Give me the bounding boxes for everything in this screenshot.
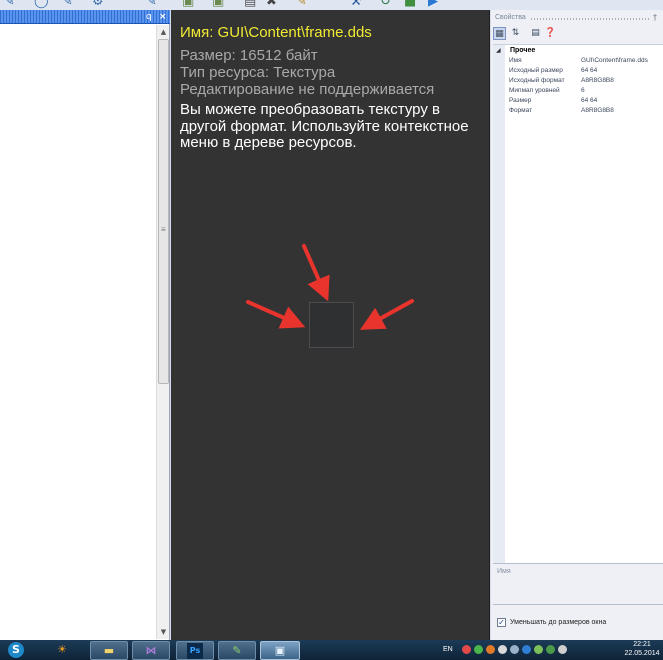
tray-icon[interactable]	[486, 645, 495, 654]
category-row[interactable]: ◢ Прочее	[493, 46, 663, 56]
resource-editor-icon: ▣	[274, 644, 286, 657]
folder-icon: ▬	[103, 644, 115, 657]
clock-date: 22.05.2014	[624, 650, 660, 657]
main-toolbar: ✎ ◯ ✎ ⚙ ✎ ▣ ▣ ▤ ✖ ✎ ⚒ ↻ ■ ▶	[0, 0, 663, 10]
network-icon[interactable]	[510, 645, 519, 654]
resource-type: Тип ресурса: Текстура	[180, 64, 336, 81]
property-row[interactable]: Мипмап уровней 6	[505, 86, 663, 96]
property-row[interactable]: Формат A8R8G8B8	[505, 106, 663, 116]
taskbar-button[interactable]: ⋈	[132, 641, 170, 660]
property-row[interactable]: Исходный размер 64 64	[505, 66, 663, 76]
app-icon[interactable]: ☀	[54, 642, 70, 658]
property-key: Формат	[509, 107, 533, 114]
texture-preview-panel: Имя: GUI\Content\frame.dds Размер: 16512…	[171, 10, 490, 640]
taskbar-button-active[interactable]: ▣	[260, 641, 300, 660]
scroll-down-icon[interactable]: ▼	[157, 625, 170, 639]
fit-to-window-checkbox[interactable]: ✓	[497, 618, 506, 627]
box-icon[interactable]: ■	[404, 0, 416, 8]
flag-icon[interactable]	[558, 645, 567, 654]
tray-icon[interactable]	[534, 645, 543, 654]
taskbar: S ☀ ▬ ⋈ Ps ✎ ▣ EN 22:21 22.05.2014	[0, 640, 663, 660]
property-key: Мипмап уровней	[509, 87, 560, 94]
grip-icon: ≡	[161, 225, 166, 234]
property-value: 64 64	[581, 97, 598, 104]
arrow-top	[302, 244, 330, 302]
edit-status: Редактирование не поддерживается	[180, 81, 435, 98]
tray-icon[interactable]	[546, 645, 555, 654]
taskbar-button[interactable]: Ps	[176, 641, 214, 660]
property-description: Имя	[493, 563, 663, 605]
tools-icon[interactable]: ⚒	[350, 0, 362, 8]
property-grid: ◢ Прочее Имя GUI\Content\frame.dds Исход…	[493, 44, 663, 565]
close-icon[interactable]: ×	[159, 10, 167, 24]
alphabetical-icon[interactable]: ⇅	[509, 27, 522, 40]
photoshop-icon: Ps	[187, 643, 203, 659]
categorized-icon[interactable]: ▦	[493, 27, 506, 40]
properties-panel: Свойства † ▦ ⇅ ▤ ❓ ◢ Прочее Имя GUI\Cont…	[491, 10, 663, 640]
property-row[interactable]: Имя GUI\Content\frame.dds	[505, 56, 663, 66]
taskbar-button[interactable]: ▬	[90, 641, 128, 660]
property-value: A8R8G8B8	[581, 107, 614, 114]
refresh-icon[interactable]: ↻	[380, 0, 391, 8]
conversion-hint: Вы можете преобразовать текстуру в друго…	[180, 101, 469, 151]
editor-icon: ✎	[232, 644, 242, 657]
image-icon[interactable]: ▣	[212, 0, 224, 8]
pin-icon[interactable]: †	[653, 13, 657, 22]
tools-icon[interactable]: ✎	[296, 0, 307, 8]
info-icon[interactable]	[522, 645, 531, 654]
property-key: Имя	[509, 57, 522, 64]
pencil-icon[interactable]: ✎	[62, 0, 73, 8]
circle-icon[interactable]: ◯	[34, 0, 49, 8]
arrow-left	[246, 300, 306, 329]
clock[interactable]: 22:21 22.05.2014	[622, 640, 662, 658]
grid-margin	[493, 45, 505, 565]
visual-studio-icon: ⋈	[145, 644, 157, 657]
pin-icon[interactable]: q	[146, 10, 152, 24]
start-icon[interactable]: S	[8, 642, 24, 658]
pencil-icon[interactable]: ✎	[4, 0, 15, 8]
resource-tree-panel[interactable]: q × ▲ ≡ ▼	[0, 10, 170, 640]
clock-time: 22:21	[633, 641, 651, 648]
description-label: Имя	[497, 568, 511, 575]
collapse-icon[interactable]: ◢	[496, 46, 501, 56]
tray-icon[interactable]	[474, 645, 483, 654]
pencil-icon[interactable]: ✎	[146, 0, 157, 8]
property-row[interactable]: Исходный формат A8R8G8B8	[505, 76, 663, 86]
arrow-right	[360, 299, 414, 330]
title-grip	[531, 18, 649, 20]
close-icon[interactable]: ✖	[266, 0, 277, 8]
language-indicator[interactable]: EN	[443, 640, 453, 660]
texture-preview	[309, 302, 354, 348]
help-icon[interactable]: ❓	[544, 27, 557, 40]
property-pages-icon[interactable]: ▤	[529, 27, 542, 40]
fit-to-window-label[interactable]: Уменьшать до размеров окна	[510, 618, 606, 628]
vertical-scrollbar[interactable]: ▲ ≡ ▼	[156, 25, 169, 639]
image-icon[interactable]: ▣	[182, 0, 194, 8]
property-key: Исходный размер	[509, 67, 563, 74]
scroll-up-icon[interactable]: ▲	[157, 25, 170, 39]
category-label: Прочее	[510, 47, 536, 54]
fit-to-window-option[interactable]: ✓ Уменьшать до размеров окна	[497, 617, 657, 629]
play-icon[interactable]: ▶	[428, 0, 438, 8]
resource-tree-header: q ×	[0, 10, 170, 24]
resource-name: Имя: GUI\Content\frame.dds	[180, 24, 372, 41]
resource-size: Размер: 16512 байт	[180, 47, 318, 64]
properties-title: Свойства	[495, 14, 526, 21]
property-value: A8R8G8B8	[581, 77, 614, 84]
property-value: 6	[581, 87, 585, 94]
property-row[interactable]: Размер 64 64	[505, 96, 663, 106]
gear-icon[interactable]: ⚙	[92, 0, 104, 8]
volume-icon[interactable]	[498, 645, 507, 654]
property-key: Исходный формат	[509, 77, 565, 84]
save-icon[interactable]: ▤	[244, 0, 256, 8]
property-key: Размер	[509, 97, 532, 104]
tray-icon[interactable]	[462, 645, 471, 654]
properties-toolbar: ▦ ⇅ ▤ ❓	[493, 27, 663, 41]
taskbar-button[interactable]: ✎	[218, 641, 256, 660]
property-value: 64 64	[581, 67, 598, 74]
property-value: GUI\Content\frame.dds	[581, 57, 648, 64]
scroll-thumb[interactable]: ≡	[158, 39, 169, 384]
